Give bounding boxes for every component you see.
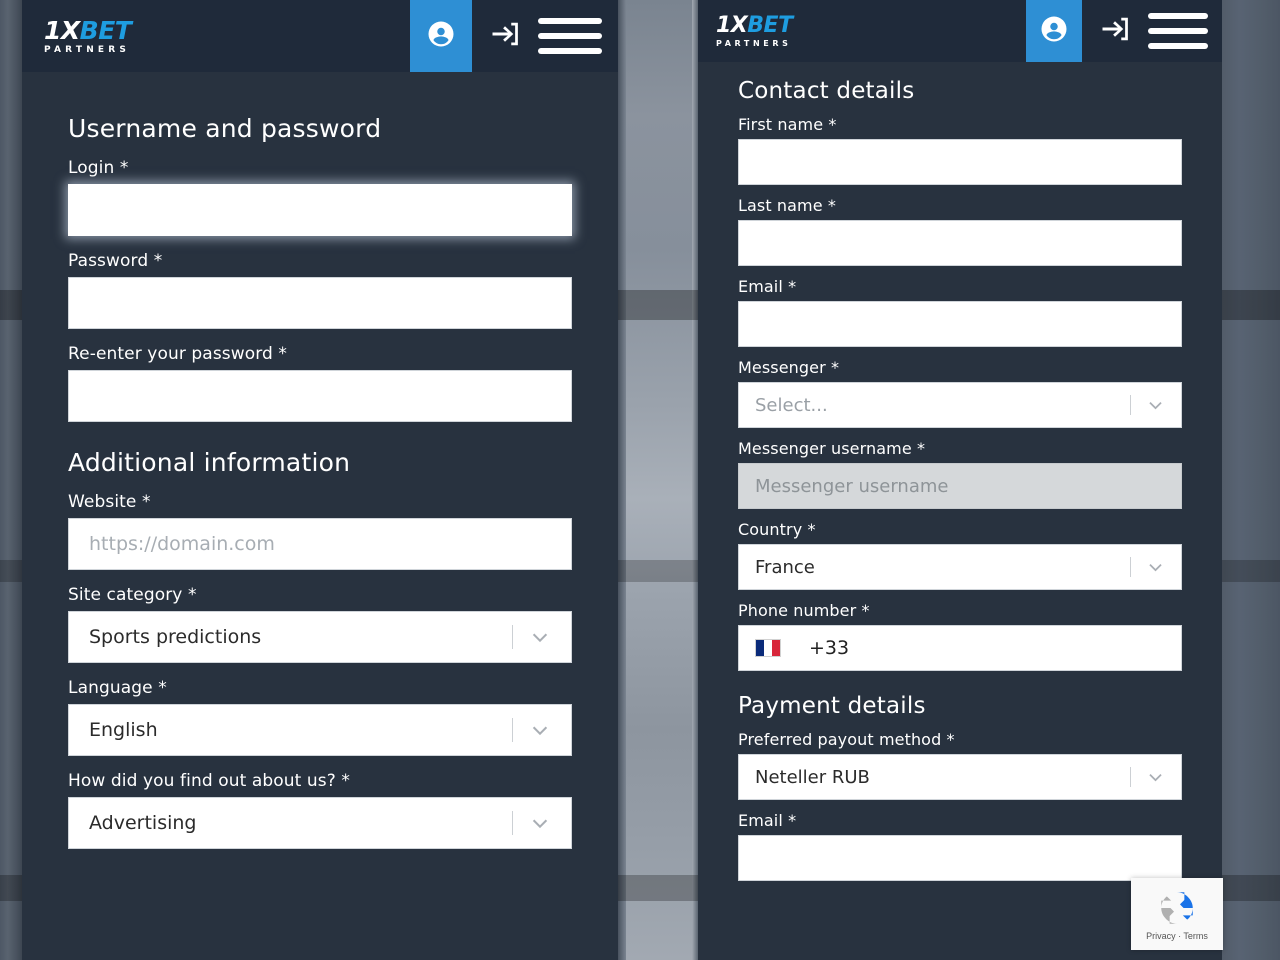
brand-logo[interactable]: 1XBET PARTNERS [44, 15, 132, 55]
country-select[interactable]: France [738, 544, 1182, 590]
select-divider [512, 811, 513, 835]
logo-partners: PARTNERS [716, 38, 792, 48]
label-site-category: Site category * [68, 585, 197, 605]
label-messenger: Messenger * [738, 358, 840, 377]
logo-partners: PARTNERS [44, 44, 131, 55]
section-title-username-password: Username and password [68, 114, 382, 143]
label-email: Email * [738, 277, 797, 296]
referral-source-select[interactable]: Advertising [68, 797, 572, 849]
hamburger-menu-icon[interactable] [1148, 0, 1222, 62]
chevron-down-icon [1146, 768, 1165, 787]
label-messenger-username: Messenger username * [738, 439, 926, 458]
section-title-payment-details: Payment details [738, 693, 926, 719]
logo-bet: BET [79, 15, 132, 45]
messenger-value: Select... [755, 394, 828, 416]
menu-bar-3 [538, 48, 602, 54]
phone-country-code: +33 [809, 637, 850, 659]
site-category-select[interactable]: Sports predictions [68, 611, 572, 663]
website-input[interactable]: https://domain.com [68, 518, 572, 570]
brand-logo[interactable]: 1XBET PARTNERS [716, 12, 793, 48]
reenter-password-input[interactable] [68, 370, 572, 422]
website-input-placeholder: https://domain.com [89, 533, 275, 555]
language-value: English [89, 719, 158, 741]
label-how-did-you-find-us: How did you find out about us? * [68, 771, 350, 791]
right-header-actions [1026, 0, 1222, 62]
messenger-select[interactable]: Select... [738, 382, 1182, 428]
backdrop-left-edge [0, 0, 22, 960]
select-divider [1130, 395, 1131, 415]
user-circle-icon [1039, 14, 1069, 48]
label-reenter-password: Re-enter your password * [68, 344, 288, 364]
label-first-name: First name * [738, 115, 837, 134]
chevron-down-icon [529, 719, 551, 741]
label-phone-number: Phone number * [738, 601, 870, 620]
email-input[interactable] [738, 301, 1182, 347]
france-flag-icon [755, 639, 781, 657]
account-button[interactable] [1026, 0, 1082, 62]
menu-bar-2 [1148, 28, 1208, 34]
account-button[interactable] [410, 0, 472, 72]
label-payout-email: Email * [738, 811, 797, 830]
recaptcha-legal-text[interactable]: Privacy · Terms [1146, 931, 1208, 941]
screenshot-stage: 1XBET PARTNERS Username and password Log… [0, 0, 1280, 960]
logo-wordmark: 1XBET [716, 12, 793, 38]
select-divider [1130, 767, 1131, 787]
menu-bar-2 [538, 33, 602, 39]
label-language: Language * [68, 678, 167, 698]
first-name-input[interactable] [738, 139, 1182, 185]
chevron-down-icon [1146, 558, 1165, 577]
select-divider [1130, 557, 1131, 577]
right-form-body: Contact details First name * Last name *… [698, 78, 1222, 881]
logo-1x: 1X [716, 12, 748, 38]
section-title-contact-details: Contact details [738, 78, 915, 104]
payout-method-value: Neteller RUB [755, 766, 870, 788]
left-registration-panel: 1XBET PARTNERS Username and password Log… [22, 0, 618, 960]
sign-in-icon [490, 19, 520, 53]
login-button[interactable] [472, 0, 538, 72]
chevron-down-icon [529, 626, 551, 648]
user-circle-icon [426, 19, 456, 53]
label-country: Country * [738, 520, 816, 539]
logo-wordmark: 1XBET [44, 15, 132, 45]
sign-in-icon [1100, 14, 1130, 48]
referral-source-value: Advertising [89, 812, 197, 834]
label-last-name: Last name * [738, 196, 836, 215]
select-divider [512, 625, 513, 649]
messenger-username-input: Messenger username [738, 463, 1182, 509]
right-site-header: 1XBET PARTNERS [698, 0, 1222, 62]
payout-email-input[interactable] [738, 835, 1182, 881]
select-divider [512, 718, 513, 742]
site-category-value: Sports predictions [89, 626, 262, 648]
backdrop-right-edge [1222, 0, 1280, 960]
right-registration-panel: 1XBET PARTNERS Contact details First nam… [698, 0, 1222, 960]
menu-bar-3 [1148, 43, 1208, 49]
menu-bar-1 [538, 18, 602, 24]
payout-method-select[interactable]: Neteller RUB [738, 754, 1182, 800]
login-button[interactable] [1082, 0, 1148, 62]
password-input[interactable] [68, 277, 572, 329]
section-title-additional-information: Additional information [68, 448, 351, 477]
left-site-header: 1XBET PARTNERS [22, 0, 618, 72]
chevron-down-icon [529, 812, 551, 834]
logo-1x: 1X [44, 15, 80, 45]
chevron-down-icon [1146, 396, 1165, 415]
menu-bar-1 [1148, 13, 1208, 19]
login-input[interactable] [68, 184, 572, 236]
country-value: France [755, 556, 815, 578]
left-form-body: Username and password Login * Password *… [22, 114, 618, 849]
language-select[interactable]: English [68, 704, 572, 756]
hamburger-menu-icon[interactable] [538, 0, 618, 72]
label-password: Password * [68, 251, 163, 271]
last-name-input[interactable] [738, 220, 1182, 266]
label-website: Website * [68, 492, 151, 512]
recaptcha-logo-icon [1156, 887, 1198, 929]
label-preferred-payout-method: Preferred payout method * [738, 730, 955, 749]
left-header-actions [410, 0, 618, 72]
messenger-username-placeholder: Messenger username [755, 475, 949, 497]
logo-bet: BET [747, 12, 793, 38]
recaptcha-badge[interactable]: Privacy · Terms [1131, 878, 1223, 950]
phone-number-input[interactable]: +33 [738, 625, 1182, 671]
backdrop-center-band [618, 0, 698, 960]
label-login: Login * [68, 158, 129, 178]
